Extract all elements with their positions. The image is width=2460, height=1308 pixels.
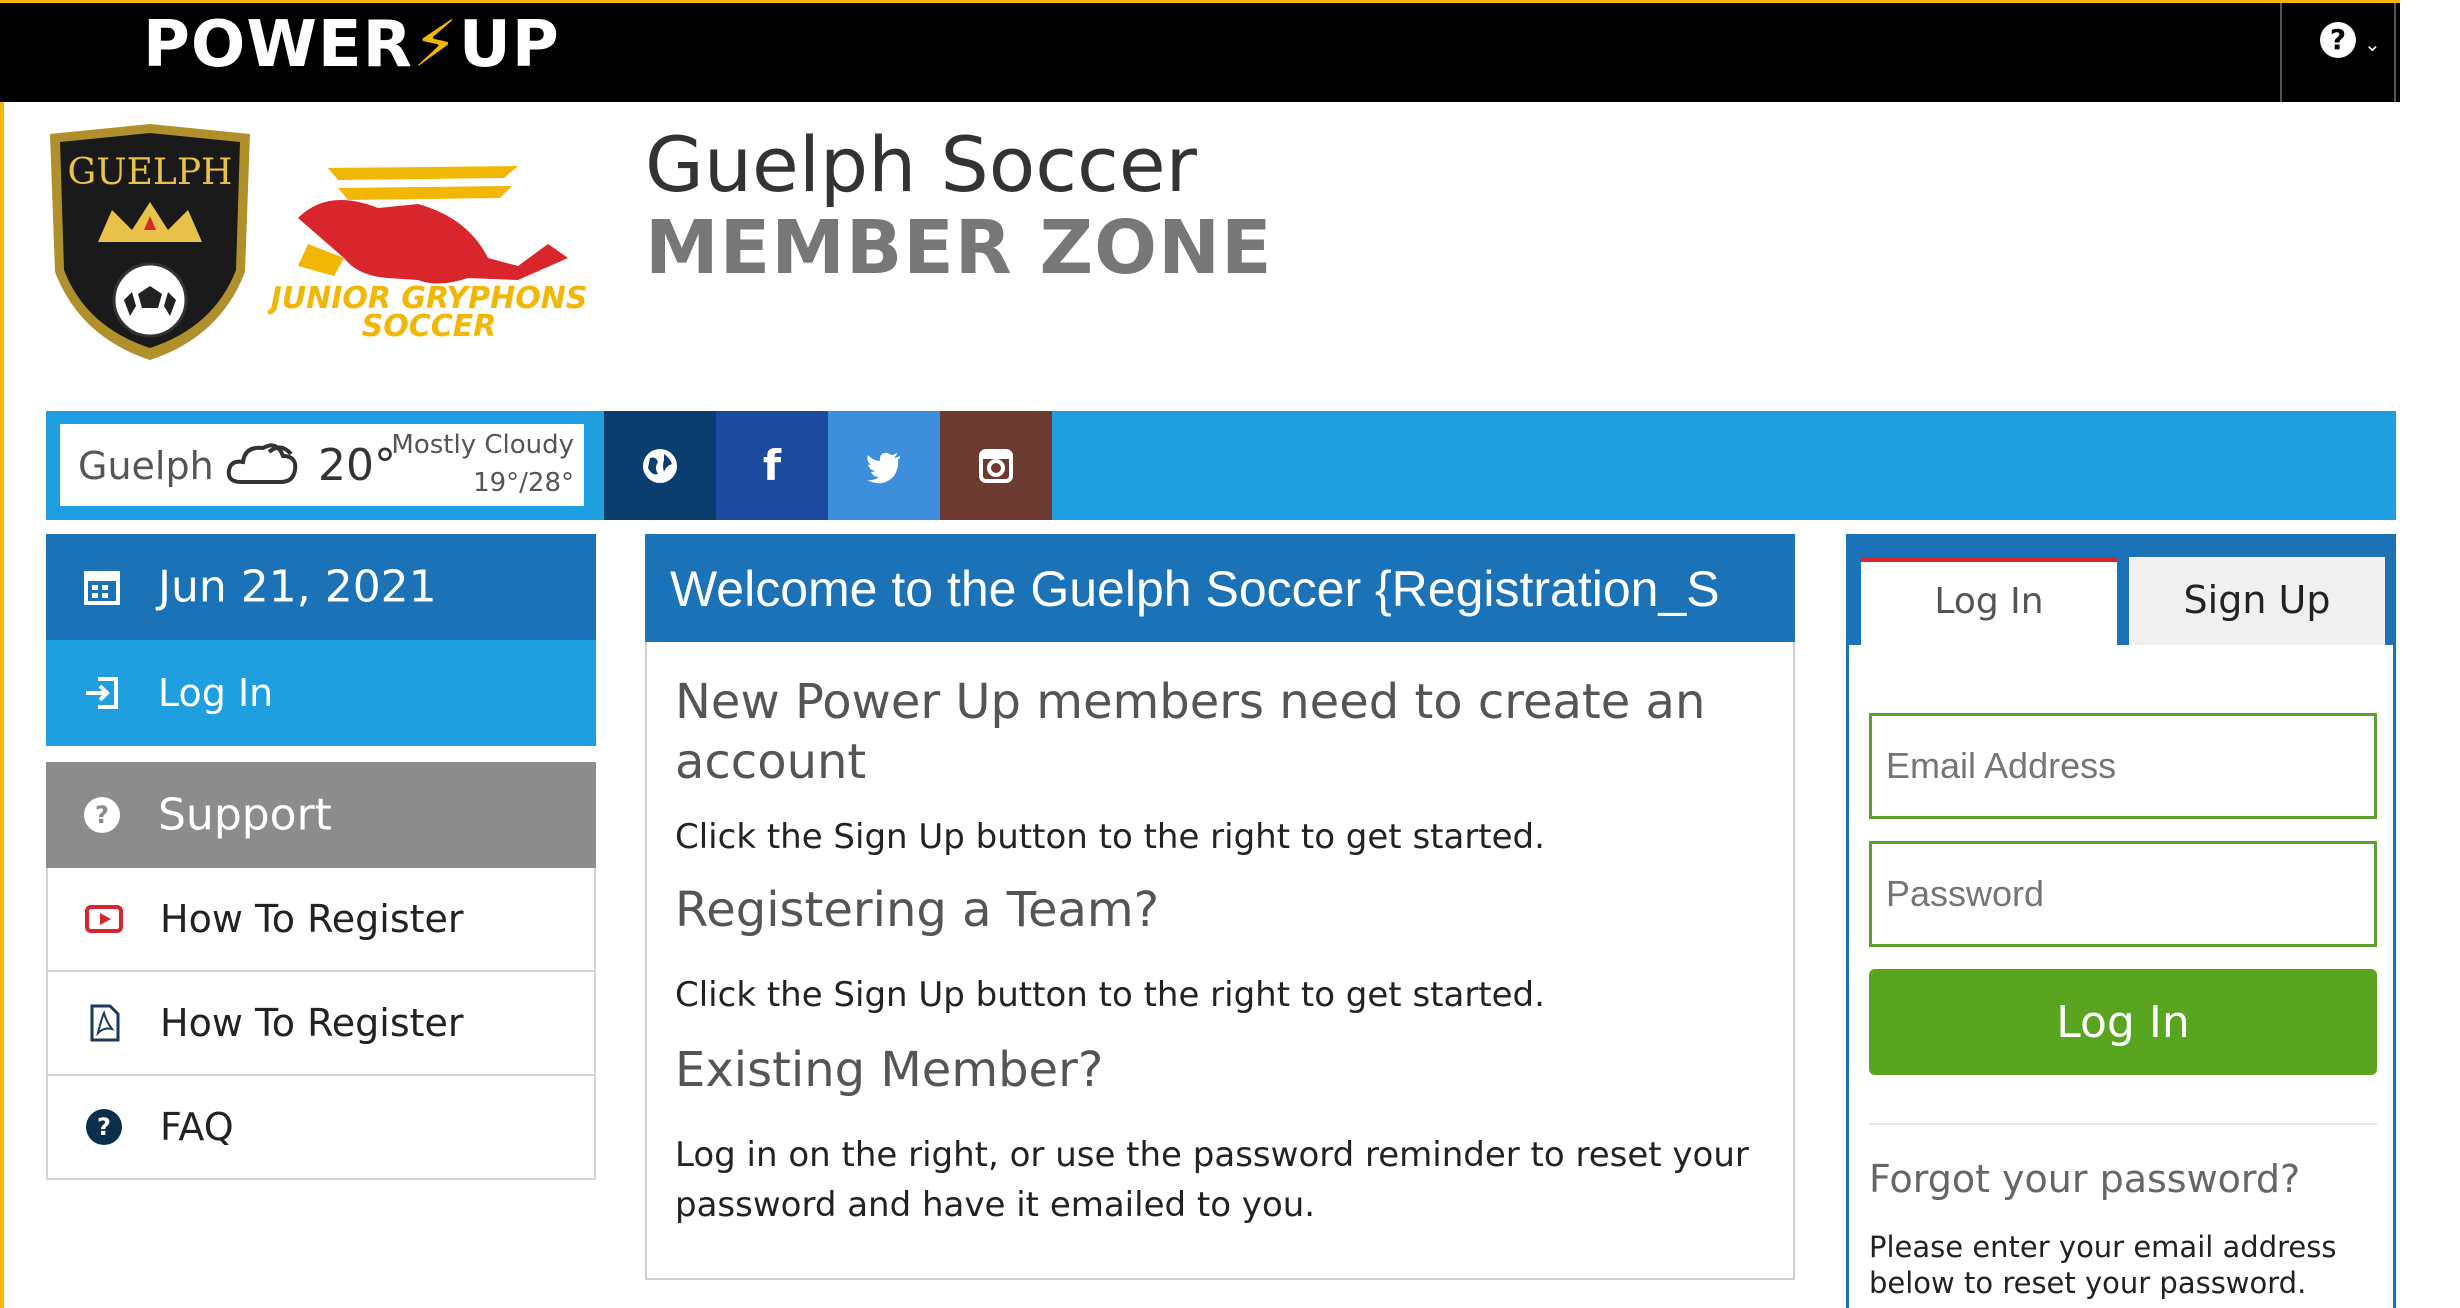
powerup-logo[interactable]: POWER⚡UP (143, 8, 560, 82)
svg-text:?: ? (97, 1113, 111, 1141)
logo-text-left: POWER (143, 8, 413, 82)
logo-text-right: UP (458, 8, 560, 82)
login-button[interactable]: Log In (1869, 969, 2377, 1075)
sidebar-support-header: ? Support (46, 762, 596, 868)
sign-in-icon (86, 677, 118, 709)
weather-range: 19°/28° (473, 468, 574, 498)
tab-signup[interactable]: Sign Up (2129, 557, 2385, 645)
welcome-heading: Welcome to the Guelph Soccer {Registrati… (645, 534, 1795, 642)
top-bar: POWER⚡UP ? ⌄ (0, 0, 2400, 102)
calendar-icon (84, 571, 120, 605)
twitter-link[interactable] (828, 411, 940, 520)
guelph-crest-logo: GUELPH (50, 124, 250, 360)
instagram-icon (979, 448, 1013, 483)
frame-border-top (0, 0, 2400, 3)
tab-login[interactable]: Log In (1861, 557, 2117, 647)
sidebar-support-label: Support (158, 789, 332, 841)
facebook-link[interactable]: f (716, 411, 828, 520)
sidebar-item-faq[interactable]: ? FAQ (46, 1076, 596, 1180)
new-members-text: Click the Sign Up button to the right to… (675, 817, 1545, 857)
twitter-icon (867, 452, 900, 483)
weather-city: Guelph (78, 444, 214, 488)
register-team-text: Click the Sign Up button to the right to… (675, 975, 1545, 1015)
sidebar-date: Jun 21, 2021 (46, 534, 596, 640)
junior-gryphons-logo: JUNIOR GRYPHONS SOCCER (268, 166, 587, 338)
question-icon: ? (2320, 22, 2356, 58)
auth-panel: Log In Sign Up Log In Forgot your passwo… (1846, 534, 2396, 1308)
auth-tabs: Log In Sign Up (1849, 537, 2393, 647)
bolt-icon: ⚡ (412, 8, 459, 82)
sidebar-item-login[interactable]: Log In (46, 640, 596, 746)
forgot-password-heading: Forgot your password? (1869, 1157, 2301, 1201)
existing-member-heading: Existing Member? (675, 1042, 1104, 1098)
question-icon: ? (86, 1109, 122, 1145)
sidebar: Jun 21, 2021 Log In ? Support How To Reg… (46, 534, 596, 1180)
help-circle-icon: ? (84, 797, 120, 833)
forgot-password-text: Please enter your email address below to… (1869, 1230, 2337, 1300)
svg-text:?: ? (95, 801, 109, 829)
instagram-link[interactable] (940, 411, 1052, 520)
register-team-heading: Registering a Team? (675, 882, 1160, 938)
sidebar-item-label: How To Register (160, 897, 464, 941)
pdf-icon (90, 1004, 120, 1042)
frame-border-left (0, 0, 4, 1308)
weather-temp: 20° (318, 440, 396, 491)
welcome-heading-text: Welcome to the Guelph Soccer {Registrati… (670, 561, 1720, 617)
weather-condition: Mostly Cloudy (391, 430, 574, 460)
sidebar-item-how-to-register-pdf[interactable]: How To Register (46, 972, 596, 1076)
site-subtitle: MEMBER ZONE (645, 205, 1273, 291)
globe-icon (643, 448, 677, 483)
new-members-heading: New Power Up members need to create an a… (675, 674, 1706, 790)
welcome-panel: New Power Up members need to create an a… (645, 642, 1795, 1280)
help-menu-button[interactable]: ? ⌄ (2280, 0, 2396, 102)
gryphon-text-2: SOCCER (362, 309, 497, 338)
weather-widget: Guelph 20° Mostly Cloudy 19°/28° (60, 424, 584, 506)
sidebar-item-label: FAQ (160, 1105, 234, 1149)
sidebar-login-label: Log In (158, 671, 274, 715)
password-field[interactable] (1869, 841, 2377, 947)
facebook-icon: f (762, 441, 782, 490)
sidebar-item-how-to-register-video[interactable]: How To Register (46, 868, 596, 972)
email-field[interactable] (1869, 713, 2377, 819)
divider (1869, 1123, 2377, 1125)
video-icon (85, 905, 123, 933)
globe-link[interactable] (604, 411, 716, 520)
sidebar-item-label: How To Register (160, 1001, 464, 1045)
sidebar-date-label: Jun 21, 2021 (158, 561, 437, 613)
existing-member-text: Log in on the right, or use the password… (675, 1135, 1749, 1225)
chevron-down-icon: ⌄ (2364, 32, 2381, 56)
cloud-icon (226, 443, 298, 484)
crest-text: GUELPH (68, 152, 233, 193)
site-title: Guelph Soccer (645, 120, 1197, 209)
